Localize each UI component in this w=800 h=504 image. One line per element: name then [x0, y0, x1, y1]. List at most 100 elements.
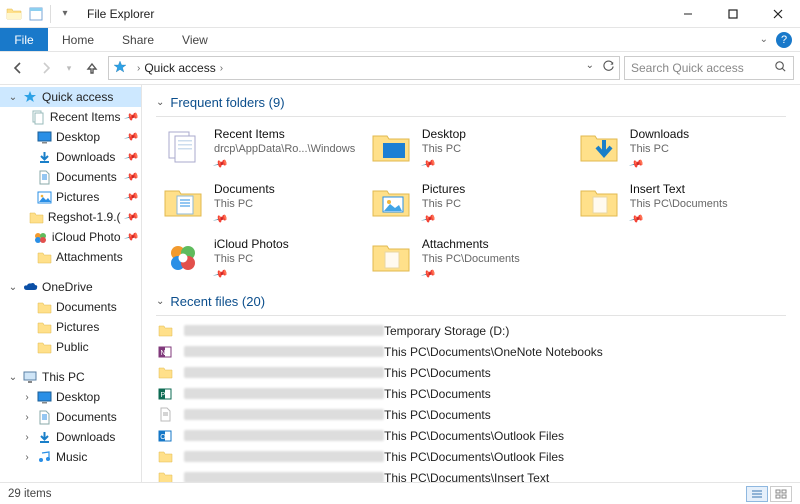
- pin-icon: 📌: [123, 129, 139, 145]
- expand-icon[interactable]: ›: [22, 432, 32, 443]
- refresh-icon[interactable]: [602, 60, 615, 76]
- frequent-folder[interactable]: iCloud PhotosThis PC📌: [156, 233, 364, 284]
- recent-file-row[interactable]: This PC\Documents: [156, 404, 786, 425]
- frequent-header[interactable]: ⌄ Frequent folders (9): [156, 91, 786, 117]
- folder-location: This PC: [214, 253, 289, 265]
- filename-blurred: [184, 430, 384, 441]
- frequent-title: Frequent folders (9): [170, 95, 284, 110]
- navigation-pane[interactable]: ⌄ Quick access Recent Items📌Desktop📌Down…: [0, 85, 142, 482]
- frequent-folder[interactable]: DocumentsThis PC📌: [156, 178, 364, 229]
- address-bar[interactable]: › Quick access › ⌄: [108, 56, 620, 80]
- search-icon[interactable]: [774, 60, 787, 76]
- sidebar-item-label: Music: [56, 450, 87, 464]
- thumbnails-view-button[interactable]: [770, 486, 792, 502]
- chevron-right-icon[interactable]: ›: [137, 63, 140, 74]
- recent-header[interactable]: ⌄ Recent files (20): [156, 290, 786, 316]
- recent-title: Recent files (20): [170, 294, 265, 309]
- recent-icon: [162, 127, 204, 169]
- file-location: This PC\Documents\OneNote Notebooks: [384, 345, 603, 359]
- tree-onedrive[interactable]: ⌄ OneDrive: [0, 277, 141, 297]
- filename-blurred: [184, 346, 384, 357]
- frequent-folder[interactable]: Recent Itemsdrcp\AppData\Ro...\Windows📌: [156, 123, 364, 174]
- sidebar-item[interactable]: ›Desktop: [0, 387, 141, 407]
- frequent-folder[interactable]: Insert TextThis PC\Documents📌: [572, 178, 780, 229]
- sidebar-item[interactable]: › Music: [0, 447, 141, 467]
- back-button[interactable]: [6, 56, 30, 80]
- outlook-icon: O: [156, 427, 174, 445]
- sidebar-item[interactable]: Documents📌: [0, 167, 141, 187]
- chevron-down-icon[interactable]: ⌄: [156, 97, 164, 108]
- history-dropdown[interactable]: ▾: [62, 56, 76, 80]
- tree-label: This PC: [42, 370, 85, 384]
- collapse-icon[interactable]: ⌄: [8, 372, 18, 383]
- onedrive-icon: [22, 279, 38, 295]
- content-pane[interactable]: ⌄ Frequent folders (9) Recent Itemsdrcp\…: [142, 85, 800, 482]
- frequent-folder[interactable]: AttachmentsThis PC\Documents📌: [364, 233, 572, 284]
- tab-view[interactable]: View: [168, 28, 222, 51]
- tree-quick-access[interactable]: ⌄ Quick access: [0, 87, 141, 107]
- publisher-icon: P: [156, 385, 174, 403]
- maximize-button[interactable]: [710, 3, 755, 25]
- folder-location: This PC\Documents: [630, 198, 728, 210]
- sidebar-item-label: Documents: [56, 170, 117, 184]
- sidebar-item[interactable]: ›Downloads: [0, 427, 141, 447]
- up-button[interactable]: [80, 56, 104, 80]
- tab-share[interactable]: Share: [108, 28, 168, 51]
- folder-location: This PC: [630, 143, 689, 155]
- recent-file-row[interactable]: This PC\Documents\Insert Text: [156, 467, 786, 482]
- recent-file-row[interactable]: This PC\Documents\Outlook Files: [156, 446, 786, 467]
- recent-file-row[interactable]: OThis PC\Documents\Outlook Files: [156, 425, 786, 446]
- folder-name: Documents: [214, 182, 275, 196]
- sidebar-item-label: Documents: [56, 300, 117, 314]
- expand-icon[interactable]: ›: [22, 392, 32, 403]
- tree-thispc[interactable]: ⌄ This PC: [0, 367, 141, 387]
- frequent-folder[interactable]: DownloadsThis PC📌: [572, 123, 780, 174]
- close-button[interactable]: [755, 3, 800, 25]
- sidebar-item[interactable]: Desktop📌: [0, 127, 141, 147]
- address-dropdown-icon[interactable]: ⌄: [586, 60, 594, 76]
- sidebar-item[interactable]: Public: [0, 337, 141, 357]
- help-icon[interactable]: ?: [776, 32, 792, 48]
- file-tab[interactable]: File: [0, 28, 48, 51]
- sidebar-item[interactable]: Pictures📌: [0, 187, 141, 207]
- frequent-folder[interactable]: PicturesThis PC📌: [364, 178, 572, 229]
- recent-file-row[interactable]: NThis PC\Documents\OneNote Notebooks: [156, 341, 786, 362]
- folder-location: This PC\Documents: [422, 253, 520, 265]
- recent-file-row[interactable]: PThis PC\Documents: [156, 383, 786, 404]
- forward-button[interactable]: [34, 56, 58, 80]
- qat-dropdown-icon[interactable]: ▾: [57, 6, 73, 22]
- properties-icon[interactable]: [28, 6, 44, 22]
- file-location: This PC\Documents\Outlook Files: [384, 450, 564, 464]
- frequent-folder[interactable]: DesktopThis PC📌: [364, 123, 572, 174]
- recent-file-row[interactable]: This PC\Documents: [156, 362, 786, 383]
- details-view-button[interactable]: [746, 486, 768, 502]
- minimize-button[interactable]: [665, 3, 710, 25]
- sidebar-item[interactable]: Pictures: [0, 317, 141, 337]
- sidebar-item[interactable]: iCloud Photo📌: [0, 227, 141, 247]
- pin-icon: 📌: [420, 267, 436, 283]
- tab-home[interactable]: Home: [48, 28, 108, 51]
- folder-icon: [36, 299, 52, 315]
- chevron-right-icon[interactable]: ›: [220, 63, 223, 74]
- breadcrumb-location[interactable]: Quick access: [144, 61, 215, 75]
- window-title: File Explorer: [79, 7, 154, 21]
- folder-name: Downloads: [630, 127, 689, 141]
- music-icon: [36, 449, 52, 465]
- sidebar-item[interactable]: ›Documents: [0, 407, 141, 427]
- recent-file-row[interactable]: Temporary Storage (D:): [156, 320, 786, 341]
- sidebar-item[interactable]: Regshot-1.9.(📌: [0, 207, 141, 227]
- downloads-icon: [36, 149, 52, 165]
- collapse-icon[interactable]: ⌄: [8, 92, 18, 103]
- sidebar-item[interactable]: Recent Items📌: [0, 107, 141, 127]
- sidebar-item[interactable]: Downloads📌: [0, 147, 141, 167]
- collapse-icon[interactable]: ⌄: [8, 282, 18, 293]
- sidebar-item[interactable]: Attachments: [0, 247, 141, 267]
- sidebar-item[interactable]: Documents: [0, 297, 141, 317]
- ribbon-expand-icon[interactable]: ⌄: [760, 34, 768, 45]
- chevron-down-icon[interactable]: ⌄: [156, 296, 164, 307]
- generic-icon: [156, 469, 174, 483]
- expand-icon[interactable]: ›: [22, 412, 32, 423]
- expand-icon[interactable]: ›: [22, 452, 32, 463]
- search-box[interactable]: Search Quick access: [624, 56, 794, 80]
- item-count: 29 items: [8, 488, 51, 500]
